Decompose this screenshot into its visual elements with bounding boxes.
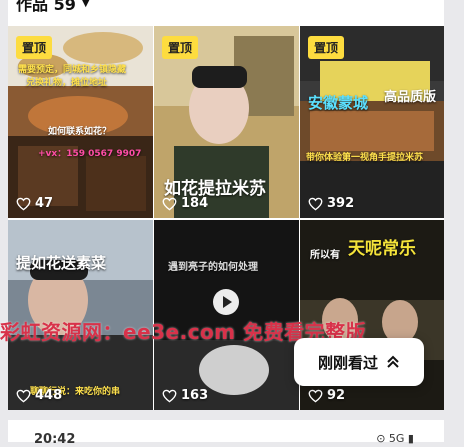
- heart-outline-icon: [308, 197, 323, 210]
- pinned-badge: 置顶: [308, 36, 345, 59]
- video-tile-2[interactable]: 置顶 如花提拉米苏 184: [154, 26, 299, 218]
- chevron-down-icon: ▼: [81, 0, 90, 9]
- like-count-value: 448: [35, 388, 63, 403]
- video-tile-3[interactable]: 置顶 安徽蒙城 高品质版 带你体验第一视角手提拉米苏 392: [300, 26, 444, 218]
- tile-caption: 高品质版: [384, 90, 437, 105]
- tile-caption: 天呢常乐: [348, 239, 416, 259]
- like-count-value: 163: [181, 388, 209, 403]
- tile-caption: 所以有: [310, 250, 340, 261]
- like-count: 47: [16, 196, 53, 211]
- status-time: 20:42: [34, 432, 76, 447]
- heart-outline-icon: [162, 389, 177, 402]
- tile-caption: 安徽蒙城: [308, 94, 369, 112]
- video-thumbnail: [154, 220, 299, 410]
- like-count-value: 47: [35, 196, 54, 211]
- like-count: 92: [308, 388, 345, 403]
- like-count-value: 392: [327, 196, 355, 211]
- tile-caption: +vx：159 0567 9907: [38, 149, 142, 159]
- video-thumbnail: [8, 220, 153, 410]
- recently-viewed-button[interactable]: 刚刚看过: [294, 338, 424, 386]
- tile-caption: 提如花送素菜: [16, 254, 107, 272]
- pinned-badge: 置顶: [16, 36, 53, 59]
- status-indicators: ⊙ 5G ▮: [376, 432, 414, 445]
- video-tile-4[interactable]: 提如花送素菜 聊聊行说：来吃你的串 448: [8, 220, 153, 410]
- works-title: 作品 59: [16, 0, 76, 14]
- tile-caption: 带你体验第一视角手提拉米苏: [306, 153, 424, 163]
- tile-caption: 如何联系如花？: [48, 127, 112, 137]
- like-count: 184: [162, 196, 208, 211]
- works-header[interactable]: 作品 59 ▼: [16, 0, 90, 15]
- tile-caption: 兑换礼物，摊位地址: [26, 78, 108, 88]
- video-tile-1[interactable]: 置顶 需要预定，同城和乡镇隐藏 兑换礼物，摊位地址 如何联系如花？ +vx：15…: [8, 26, 153, 218]
- play-icon[interactable]: [213, 289, 239, 315]
- double-chevron-up-icon: [387, 355, 399, 368]
- recently-viewed-label: 刚刚看过: [317, 353, 378, 372]
- like-count: 392: [308, 196, 354, 211]
- tile-caption: 需要预定，同城和乡镇隐藏: [18, 65, 127, 75]
- tile-caption: 遇到亮子的如何处理: [168, 262, 258, 273]
- heart-outline-icon: [308, 389, 323, 402]
- heart-outline-icon: [16, 197, 31, 210]
- like-count: 163: [162, 388, 208, 403]
- like-count-value: 92: [327, 388, 346, 403]
- heart-outline-icon: [162, 197, 177, 210]
- heart-outline-icon: [16, 389, 31, 402]
- like-count: 448: [16, 388, 62, 403]
- status-bar: 20:42 ⊙ 5G ▮: [8, 420, 444, 447]
- video-tile-5[interactable]: 遇到亮子的如何处理 163: [154, 220, 299, 410]
- pinned-badge: 置顶: [162, 36, 199, 59]
- like-count-value: 184: [181, 196, 209, 211]
